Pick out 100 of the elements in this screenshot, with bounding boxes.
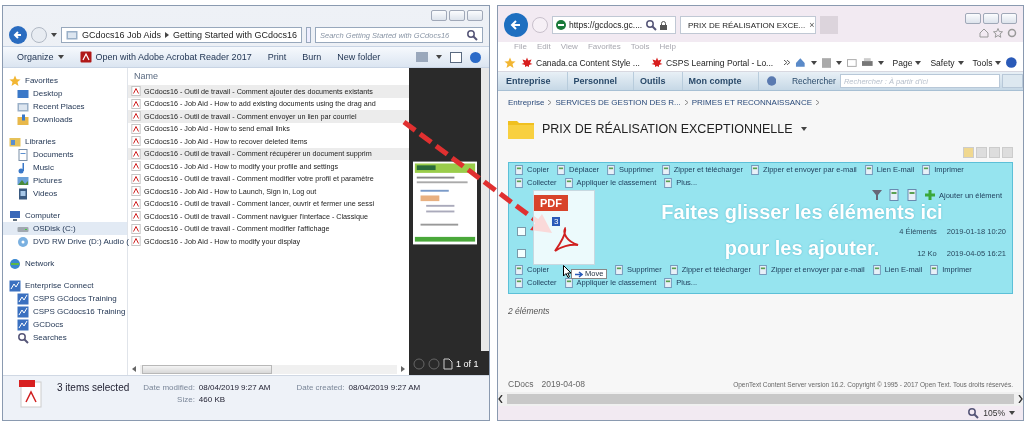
nav-menu[interactable]: Personnel	[567, 72, 635, 90]
nav-item[interactable]: Pictures	[3, 174, 127, 187]
document-icon	[514, 177, 524, 188]
pdf-file-icon	[19, 380, 43, 408]
tab-close-button[interactable]: ×	[808, 20, 816, 30]
star-icon[interactable]	[993, 27, 1003, 38]
help-icon[interactable]	[1006, 57, 1017, 68]
toolbar-button[interactable]: Open with Adobe Acrobat Reader 2017	[73, 49, 258, 65]
nav-item[interactable]: Network	[3, 257, 127, 270]
caret-icon	[915, 60, 922, 65]
nav-item[interactable]: Downloads	[3, 113, 127, 126]
nav-item[interactable]: OSDisk (C:)	[3, 222, 127, 235]
row-checkbox[interactable]	[517, 227, 526, 236]
nav-item[interactable]: Videos	[3, 187, 127, 200]
caret-icon	[995, 60, 1002, 65]
nav-item[interactable]: Music	[3, 161, 127, 174]
lock-icon	[660, 20, 668, 30]
settings-icon[interactable]	[1007, 27, 1017, 38]
maximize-button[interactable]	[983, 12, 999, 24]
document-icon	[668, 264, 679, 275]
breadcrumb-link[interactable]: PRIMES ET RECONNAISSANCE	[691, 97, 812, 107]
caret-icon	[810, 60, 817, 65]
minimize-button[interactable]	[965, 12, 981, 24]
scroll-right-icon[interactable]	[401, 366, 405, 372]
zoom-level[interactable]: 105%	[983, 408, 1005, 418]
nav-item[interactable]: Documents	[3, 148, 127, 161]
nav-item[interactable]: CSPS GCdocs Training	[3, 292, 127, 305]
nav-menu[interactable]: Entreprise	[500, 72, 568, 90]
address-field[interactable]: https://gcdocs.gc....	[552, 16, 676, 34]
server-icon	[17, 292, 29, 305]
scroll-left-icon[interactable]	[498, 395, 503, 403]
browser-tab[interactable]: PRIX DE RÉALISATION EXCE... ×	[680, 16, 816, 34]
column-header[interactable]: Name	[134, 71, 158, 81]
toolbar-button[interactable]: Burn	[296, 50, 328, 64]
nav-menu[interactable]: Outils	[634, 72, 683, 90]
scroll-right-icon[interactable]	[1018, 395, 1023, 403]
grid-view-button[interactable]	[976, 147, 987, 158]
document-icon	[906, 189, 919, 201]
address-field[interactable]: GCdocs16 Job Aids Getting Started with GCdocs16	[61, 27, 303, 43]
detail-value: 08/04/2019 9:27 AM	[198, 383, 271, 392]
globe-icon	[9, 257, 21, 270]
next-page-icon[interactable]	[428, 358, 440, 370]
breadcrumb-link[interactable]: Entreprise	[508, 97, 545, 107]
close-button[interactable]	[1001, 12, 1017, 24]
nav-item[interactable]: GCDocs	[3, 318, 127, 331]
vertical-scrollbar[interactable]	[481, 68, 489, 351]
separator-icon	[684, 99, 688, 105]
nav-item[interactable]: Searches	[3, 331, 127, 344]
page-title: PRIX DE RÉALISATION EXCEPTIONNELLE	[542, 122, 793, 136]
nav-menu[interactable]: Mon compte	[682, 72, 759, 90]
search-icon	[967, 407, 980, 419]
tile-view-button[interactable]	[989, 147, 1000, 158]
forward-button[interactable]	[532, 17, 548, 33]
breadcrumb-item[interactable]: Getting Started with GCdocs16	[173, 30, 298, 40]
preview-pane-icon[interactable]	[450, 51, 462, 63]
printer-icon[interactable]	[861, 57, 873, 68]
nav-item[interactable]: Desktop	[3, 87, 127, 100]
toolbar-button[interactable]: Print	[261, 50, 293, 64]
mail-icon[interactable]	[847, 58, 857, 67]
command-menu[interactable]: Tools	[972, 57, 1002, 68]
nav-item[interactable]: Recent Places	[3, 100, 127, 113]
command-menu[interactable]: Page	[892, 57, 922, 68]
search-button[interactable]	[1002, 74, 1023, 88]
favorite-link[interactable]: Canada.ca Content Style ...	[521, 56, 640, 69]
toolbar-button[interactable]: New folder	[331, 50, 387, 64]
maple-leaf-icon	[521, 56, 533, 69]
row-checkbox[interactable]	[517, 249, 526, 258]
refresh-button[interactable]	[306, 27, 311, 43]
nav-item[interactable]: CSPS GCdocs16 Training	[3, 305, 127, 318]
close-button[interactable]	[467, 9, 483, 21]
maximize-button[interactable]	[449, 9, 465, 21]
more-icon[interactable]	[784, 60, 790, 65]
previous-page-icon[interactable]	[413, 358, 425, 370]
list-view-button[interactable]	[963, 147, 974, 158]
drop-zone[interactable]	[508, 162, 1013, 294]
command-menu[interactable]: Safety	[930, 57, 964, 68]
home-icon[interactable]	[795, 57, 806, 68]
favorite-link[interactable]: CSPS Learning Portal - Lo...	[650, 56, 774, 69]
scroll-left-icon[interactable]	[132, 366, 136, 372]
nav-item[interactable]: Favorites	[3, 74, 127, 87]
nav-item[interactable]: Computer	[3, 209, 127, 222]
caret-icon	[51, 33, 57, 37]
horizontal-scrollbar[interactable]	[498, 392, 1023, 406]
nav-item[interactable]: Enterprise Connect	[3, 279, 127, 292]
minimize-button[interactable]	[431, 9, 447, 21]
arrow-icon	[510, 19, 522, 31]
back-button[interactable]	[9, 26, 27, 44]
detail-view-button[interactable]	[1002, 147, 1013, 158]
info-icon[interactable]	[766, 76, 776, 86]
forward-button[interactable]	[31, 27, 47, 43]
document-icon	[17, 148, 29, 161]
breadcrumb-link[interactable]: SERVICES DE GESTION DES R...	[555, 97, 681, 107]
toolbar-button[interactable]: Organize	[11, 50, 70, 64]
nav-item[interactable]: DVD RW Drive (D:) Audio (	[3, 235, 127, 248]
back-button[interactable]	[504, 13, 528, 37]
help-icon[interactable]	[470, 51, 481, 63]
home-icon[interactable]	[979, 27, 989, 38]
breadcrumb-item[interactable]: GCdocs16 Job Aids	[82, 30, 162, 40]
nav-item[interactable]: Libraries	[3, 135, 127, 148]
filter-icon[interactable]	[872, 190, 883, 200]
